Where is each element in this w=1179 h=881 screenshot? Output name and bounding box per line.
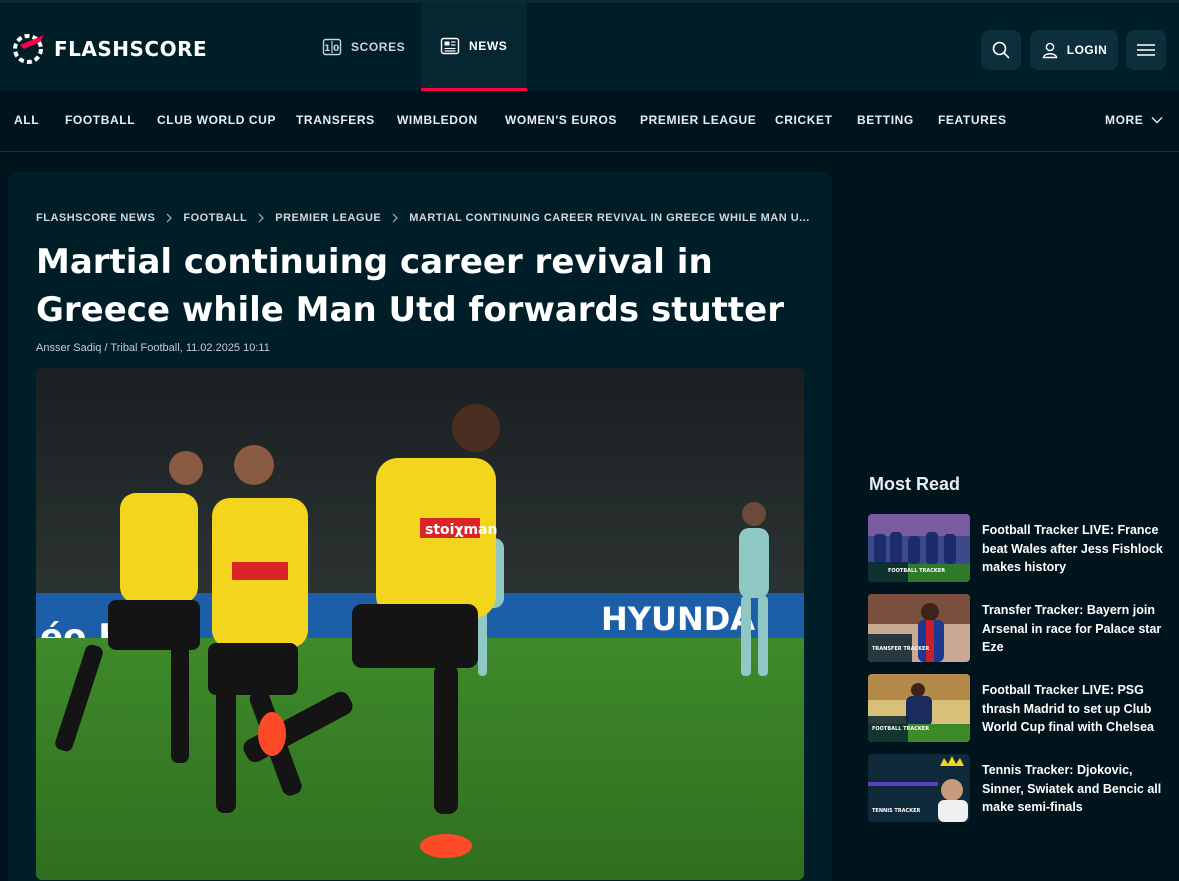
most-read-thumbnail: TENNIS TRACKER bbox=[868, 754, 970, 822]
category-nav: ALL FOOTBALL CLUB WORLD CUP TRANSFERS WI… bbox=[0, 91, 1179, 152]
chevron-right-icon bbox=[166, 213, 173, 223]
user-icon bbox=[1042, 42, 1058, 59]
svg-text:1: 1 bbox=[324, 44, 331, 54]
hamburger-menu-icon bbox=[1137, 44, 1155, 56]
menu-button[interactable] bbox=[1126, 30, 1166, 70]
most-read-item-title: Football Tracker LIVE: France beat Wales… bbox=[982, 523, 1163, 574]
hero-photo: HYUNDAI éo H stoiχman bbox=[36, 368, 804, 880]
nav-item-betting[interactable]: BETTING bbox=[857, 113, 914, 127]
nav-item-football[interactable]: FOOTBALL bbox=[65, 113, 135, 127]
most-read-item[interactable]: FOOTBALL TRACKER Football Tracker LIVE: … bbox=[868, 514, 1168, 582]
breadcrumb-item-flashscore-news[interactable]: FLASHSCORE NEWS bbox=[36, 212, 155, 224]
thumb-badge: FOOTBALL TRACKER bbox=[888, 568, 945, 574]
chevron-right-icon bbox=[392, 213, 399, 223]
article-card: FLASHSCORE NEWS FOOTBALL PREMIER LEAGUE … bbox=[8, 172, 832, 881]
nav-item-transfers[interactable]: TRANSFERS bbox=[296, 113, 375, 127]
login-label: LOGIN bbox=[1066, 43, 1108, 57]
most-read-item-title: Transfer Tracker: Bayern join Arsenal in… bbox=[982, 603, 1162, 654]
most-read-thumbnail: FOOTBALL TRACKER bbox=[868, 674, 970, 742]
article-date: 11.02.2025 10:11 bbox=[185, 342, 270, 354]
most-read-title: Most Read bbox=[869, 474, 961, 494]
chevron-down-icon bbox=[1151, 117, 1163, 124]
article-hero-image: HYUNDAI éo H stoiχman bbox=[36, 368, 804, 880]
breadcrumb-item-football[interactable]: FOOTBALL bbox=[183, 212, 247, 224]
nav-item-wimbledon[interactable]: WIMBLEDON bbox=[397, 113, 478, 127]
article-author: Ansser Sadiq / Tribal Football, bbox=[36, 342, 183, 354]
search-icon bbox=[992, 41, 1010, 59]
thumb-badge: TRANSFER TRACKER bbox=[872, 646, 929, 652]
tab-scores[interactable]: 1 0 SCORES bbox=[322, 3, 405, 91]
most-read-thumbnail: TRANSFER TRACKER bbox=[868, 594, 970, 662]
nav-more-label: MORE bbox=[1105, 113, 1144, 127]
nav-item-club-world-cup[interactable]: CLUB WORLD CUP bbox=[157, 113, 276, 127]
breadcrumb-item-current: MARTIAL CONTINUING CAREER REVIVAL IN GRE… bbox=[409, 212, 810, 224]
football-tracker-thumbnail: FOOTBALL TRACKER bbox=[868, 514, 970, 582]
most-read-item[interactable]: TENNIS TRACKER Tennis Tracker: Djokovic,… bbox=[868, 754, 1168, 822]
article-title: Martial continuing career revival in Gre… bbox=[36, 242, 784, 330]
svg-text:0: 0 bbox=[333, 44, 340, 54]
most-read-thumbnail: FOOTBALL TRACKER bbox=[868, 514, 970, 582]
scores-icon: 1 0 bbox=[322, 38, 342, 56]
most-read-item-title: Tennis Tracker: Djokovic, Sinner, Swiate… bbox=[982, 763, 1162, 814]
login-button[interactable]: LOGIN bbox=[1030, 30, 1118, 70]
flashscore-logo[interactable]: FLASHSCORE bbox=[10, 31, 207, 67]
news-icon bbox=[440, 37, 460, 54]
nav-item-womens-euros[interactable]: WOMEN'S EUROS bbox=[505, 113, 617, 127]
nav-more-button[interactable]: MORE bbox=[1105, 113, 1163, 127]
thumb-badge: TENNIS TRACKER bbox=[872, 808, 920, 814]
nav-item-cricket[interactable]: CRICKET bbox=[775, 113, 833, 127]
most-read-item-title: Football Tracker LIVE: PSG thrash Madrid… bbox=[982, 683, 1155, 734]
most-read-item[interactable]: TRANSFER TRACKER Transfer Tracker: Bayer… bbox=[868, 594, 1168, 662]
hero-sponsor-text: stoiχman bbox=[425, 522, 497, 538]
nav-item-premier-league[interactable]: PREMIER LEAGUE bbox=[640, 113, 756, 127]
most-read-item[interactable]: FOOTBALL TRACKER Football Tracker LIVE: … bbox=[868, 674, 1168, 742]
logo-text: FLASHSCORE bbox=[54, 37, 208, 61]
article-byline: Ansser Sadiq / Tribal Football, 11.02.20… bbox=[36, 342, 270, 354]
tennis-tracker-thumbnail: TENNIS TRACKER bbox=[868, 754, 970, 822]
chevron-right-icon bbox=[258, 213, 265, 223]
football-tracker-thumbnail: FOOTBALL TRACKER bbox=[868, 674, 970, 742]
transfer-tracker-thumbnail: TRANSFER TRACKER bbox=[868, 594, 970, 662]
tab-news-label: NEWS bbox=[469, 38, 508, 53]
search-button[interactable] bbox=[981, 30, 1021, 70]
tab-scores-label: SCORES bbox=[351, 40, 406, 54]
flashscore-logo-icon bbox=[13, 34, 44, 64]
thumb-badge: FOOTBALL TRACKER bbox=[872, 726, 929, 732]
nav-item-features[interactable]: FEATURES bbox=[938, 113, 1007, 127]
nav-item-all[interactable]: ALL bbox=[14, 113, 39, 127]
tab-news[interactable]: NEWS bbox=[421, 3, 527, 91]
top-header: FLASHSCORE 1 0 SCORES NEWS LOGIN bbox=[0, 0, 1179, 91]
breadcrumb-item-premier-league[interactable]: PREMIER LEAGUE bbox=[275, 212, 381, 224]
breadcrumb: FLASHSCORE NEWS FOOTBALL PREMIER LEAGUE … bbox=[36, 212, 816, 224]
